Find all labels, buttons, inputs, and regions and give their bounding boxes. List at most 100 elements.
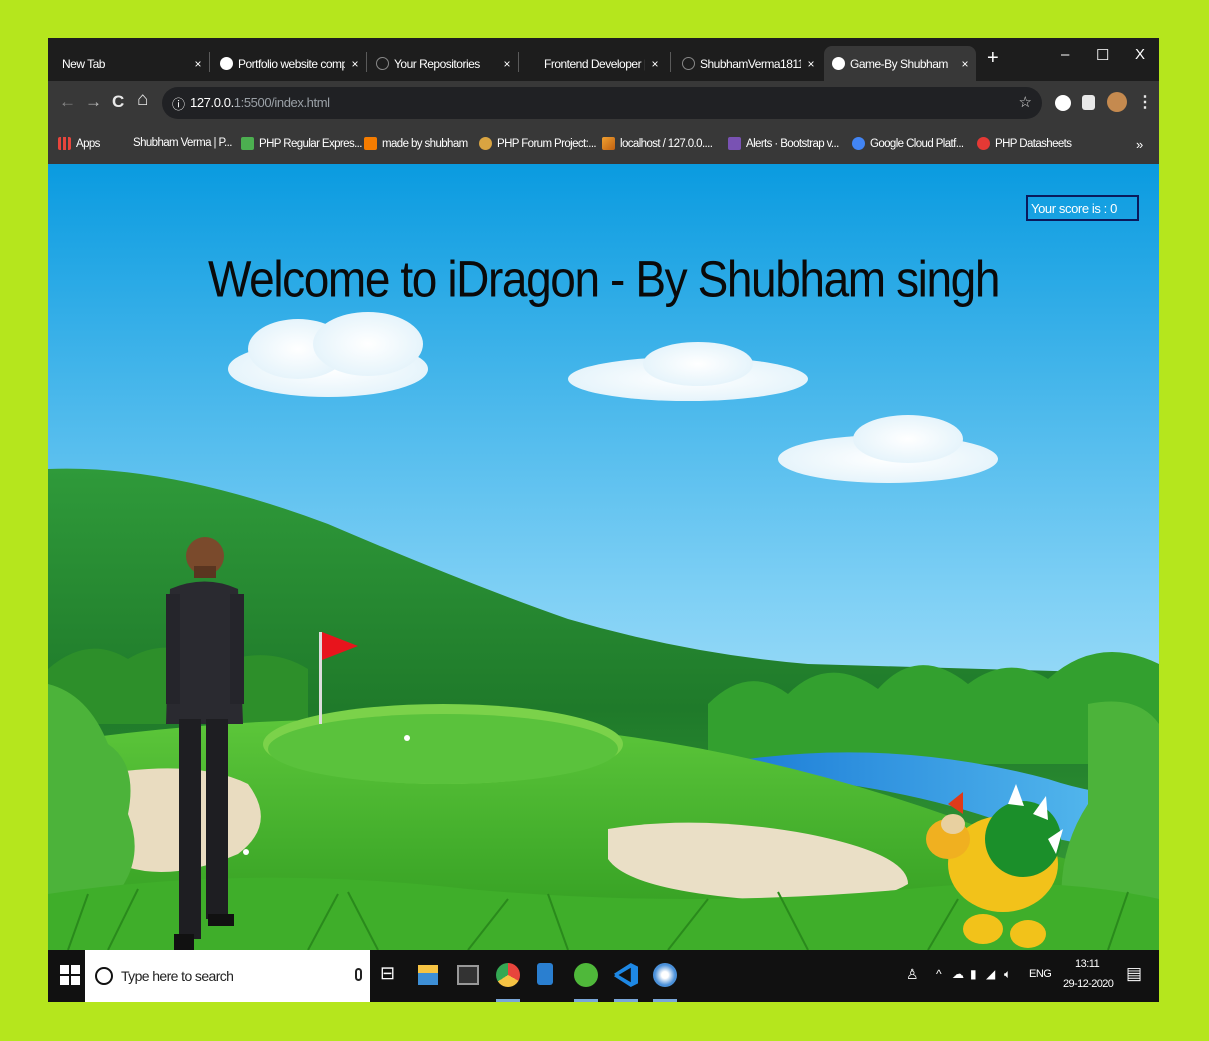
network-icon[interactable]: ◢ xyxy=(986,967,995,981)
tab-close-icon[interactable]: × xyxy=(807,57,814,71)
tab-game-active[interactable]: Game-By Shubham × xyxy=(824,46,976,81)
browser-toolbar: ← → C ⌂ ⓘ 127.0.0.1:5500/index.html ☆ ⋮ xyxy=(48,81,1159,126)
minimize-button[interactable]: – xyxy=(1061,46,1069,63)
extension-icon[interactable] xyxy=(1055,95,1071,111)
clock-date[interactable]: 29-12-2020 xyxy=(1063,978,1114,990)
address-bar[interactable]: ⓘ 127.0.0.1:5500/index.html ☆ xyxy=(162,87,1042,119)
globe-icon xyxy=(220,57,233,70)
bookmark-label: Shubham Verma | P... xyxy=(133,137,232,149)
reload-button[interactable]: C xyxy=(112,92,124,112)
phpmyadmin-icon xyxy=(602,137,615,150)
vscode-icon[interactable] xyxy=(614,963,638,987)
utorrent-icon[interactable] xyxy=(574,963,598,987)
page-title: Welcome to iDragon - By Shubham singh xyxy=(207,250,1000,308)
tab-close-icon[interactable]: × xyxy=(194,57,201,71)
bookmark-item[interactable]: Shubham Verma | P... xyxy=(133,137,232,149)
taskbar-search-box[interactable]: Type here to search xyxy=(85,950,370,1002)
forum-icon xyxy=(479,137,492,150)
flag-pole xyxy=(319,632,322,724)
bookmark-item[interactable]: made by shubham xyxy=(364,137,468,150)
paint-icon[interactable] xyxy=(653,963,677,987)
terminal-icon[interactable] xyxy=(457,965,479,985)
file-explorer-icon[interactable] xyxy=(418,965,438,985)
github-icon xyxy=(682,57,695,70)
close-window-button[interactable]: X xyxy=(1135,46,1145,63)
windows-taskbar: Type here to search ⊟ ♙ ^ ☁ ▮ ◢ 🔈︎ ENG 1… xyxy=(48,950,1159,1002)
forward-button[interactable]: → xyxy=(85,92,102,112)
new-tab-button[interactable]: + xyxy=(987,47,999,70)
tab-repositories[interactable]: Your Repositories × xyxy=(368,46,518,81)
bookmark-item[interactable]: Alerts · Bootstrap v... xyxy=(728,137,839,150)
golf-ball xyxy=(243,849,249,855)
tab-title: New Tab xyxy=(62,56,105,71)
bookmark-item[interactable]: PHP Forum Project:... xyxy=(479,137,597,150)
bookmark-label: PHP Datasheets xyxy=(995,137,1072,150)
tab-title: Frontend Developer | Sl xyxy=(544,56,646,71)
people-icon[interactable]: ♙ xyxy=(906,966,919,983)
download-app-icon[interactable] xyxy=(537,963,553,985)
desktop-screen: New Tab × Portfolio website comp × Your … xyxy=(48,38,1159,1002)
php-icon xyxy=(241,137,254,150)
browser-tab-strip: New Tab × Portfolio website comp × Your … xyxy=(48,38,1159,81)
bookmark-apps[interactable]: Apps xyxy=(58,137,100,150)
maximize-button[interactable]: ☐ xyxy=(1096,46,1109,64)
tab-portfolio[interactable]: Portfolio website comp × xyxy=(212,46,366,81)
tab-close-icon[interactable]: × xyxy=(961,57,968,71)
language-indicator[interactable]: ENG xyxy=(1029,968,1052,980)
bookmark-item[interactable]: PHP Regular Expres... xyxy=(241,137,362,150)
html-icon xyxy=(364,137,377,150)
back-button[interactable]: ← xyxy=(59,92,76,112)
bookmark-label: PHP Regular Expres... xyxy=(259,137,362,150)
task-view-icon[interactable]: ⊟ xyxy=(380,963,404,987)
url-host: 127.0.0. xyxy=(190,95,234,110)
bookmark-item[interactable]: Google Cloud Platf... xyxy=(852,137,964,150)
show-hidden-icons-chevron[interactable]: ^ xyxy=(936,967,942,981)
bookmark-label: made by shubham xyxy=(382,137,468,150)
battery-icon[interactable]: ▮ xyxy=(970,967,977,981)
globe-icon xyxy=(832,57,845,70)
clock-time[interactable]: 13:11 xyxy=(1075,958,1100,970)
bookmark-star-icon[interactable]: ☆ xyxy=(1019,93,1032,111)
tab-close-icon[interactable]: × xyxy=(651,57,658,71)
bookmark-label: Google Cloud Platf... xyxy=(870,137,964,150)
tab-title: Game-By Shubham xyxy=(850,56,948,71)
page-viewport: Your score is : 0 Welcome to iDragon - B… xyxy=(48,164,1159,950)
extensions-puzzle-icon[interactable] xyxy=(1082,95,1095,110)
bookmark-item[interactable]: PHP Datasheets xyxy=(977,137,1072,150)
apps-grid-icon xyxy=(58,137,71,150)
notifications-icon[interactable]: ▤ xyxy=(1126,964,1142,984)
google-cloud-icon xyxy=(852,137,865,150)
menu-dots-icon[interactable]: ⋮ xyxy=(1137,92,1153,112)
site-info-icon[interactable]: ⓘ xyxy=(172,94,185,113)
bootstrap-icon xyxy=(728,137,741,150)
tab-title: Your Repositories xyxy=(394,56,480,71)
bookmark-label: localhost / 127.0.0.... xyxy=(620,137,713,150)
github-icon xyxy=(376,57,389,70)
cortana-search-icon xyxy=(95,967,113,985)
search-placeholder: Type here to search xyxy=(121,968,234,984)
bookmarks-bar: Apps Shubham Verma | P... PHP Regular Ex… xyxy=(48,126,1159,164)
bookmarks-overflow-button[interactable]: » xyxy=(1136,137,1143,152)
tab-close-icon[interactable]: × xyxy=(351,57,358,71)
tab-title: Portfolio website comp xyxy=(238,56,346,71)
tab-title: ShubhamVerma1811/U xyxy=(700,56,802,71)
windows-start-icon[interactable] xyxy=(60,965,80,985)
url-text: 127.0.0.1:5500/index.html xyxy=(190,95,330,110)
url-path: 1:5500/index.html xyxy=(233,95,330,110)
volume-icon[interactable]: 🔈︎ xyxy=(1004,967,1011,982)
bookmark-label: Alerts · Bootstrap v... xyxy=(746,137,839,150)
home-button[interactable]: ⌂ xyxy=(137,89,148,111)
tab-github-repo[interactable]: ShubhamVerma1811/U × xyxy=(674,46,822,81)
bookmark-item[interactable]: localhost / 127.0.0.... xyxy=(602,137,713,150)
tab-frontend-developer[interactable]: Frontend Developer | Sl × xyxy=(536,46,666,81)
bookmark-label: PHP Forum Project:... xyxy=(497,137,597,150)
golf-ball xyxy=(404,735,410,741)
score-display: Your score is : 0 xyxy=(1026,195,1139,221)
tab-close-icon[interactable]: × xyxy=(503,57,510,71)
microphone-icon[interactable] xyxy=(355,968,362,981)
tab-new-tab[interactable]: New Tab × xyxy=(54,46,209,81)
onedrive-icon[interactable]: ☁ xyxy=(952,967,964,981)
bookmark-label: Apps xyxy=(76,137,100,150)
chrome-icon[interactable] xyxy=(496,963,520,987)
avatar[interactable] xyxy=(1107,92,1127,112)
